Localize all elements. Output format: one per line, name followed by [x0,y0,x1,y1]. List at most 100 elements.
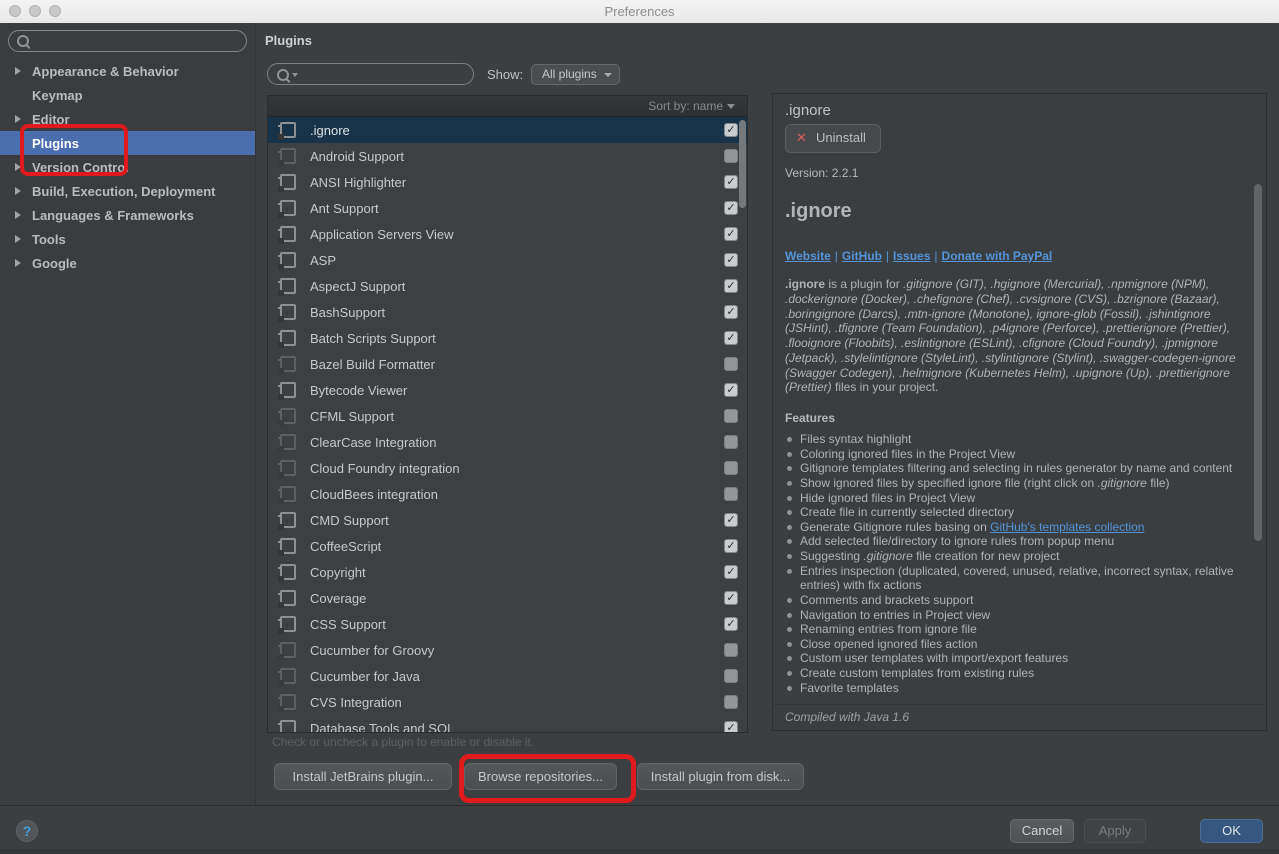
plugin-enabled-checkbox[interactable] [724,357,738,371]
text-segment: .gitignore [863,549,912,563]
plugin-list-scrollbar[interactable] [739,120,746,208]
plugin-enabled-checkbox[interactable]: ✓ [724,201,738,215]
sidebar-item-plugins[interactable]: Plugins [0,131,255,155]
plugin-row-copyright[interactable]: Copyright✓ [268,559,747,585]
browse-repositories-button[interactable]: Browse repositories... [464,763,617,790]
plugin-enabled-checkbox[interactable] [724,695,738,709]
plugin-enabled-checkbox[interactable] [724,669,738,683]
sidebar-item-label: Version Control [32,160,129,175]
plugin-enabled-checkbox[interactable]: ✓ [724,539,738,553]
plugin-enabled-checkbox[interactable]: ✓ [724,383,738,397]
plugin-row-cmd-support[interactable]: CMD Support✓ [268,507,747,533]
sidebar-search-input[interactable] [8,30,247,52]
plugin-row-database-tools-and-sql[interactable]: Database Tools and SQL✓ [268,715,747,733]
plugin-name: CloudBees integration [310,487,438,502]
details-link-website[interactable]: Website [785,249,831,263]
plugin-icon [280,668,296,684]
plugin-row-ignore[interactable]: .ignore✓ [268,117,747,143]
help-button[interactable]: ? [16,820,38,842]
plugin-row-bashsupport[interactable]: BashSupport✓ [268,299,747,325]
tree-collapsed-arrow-icon[interactable] [15,163,21,171]
sidebar-item-google[interactable]: Google [0,251,255,275]
sidebar-item-label: Plugins [32,136,79,151]
details-link-donate-with-paypal[interactable]: Donate with PayPal [942,249,1053,263]
plugin-row-cvs-integration[interactable]: CVS Integration [268,689,747,715]
plugin-icon [280,330,296,346]
link-separator: | [835,249,838,263]
plugin-enabled-checkbox[interactable]: ✓ [724,565,738,579]
plugin-enabled-checkbox[interactable]: ✓ [724,331,738,345]
plugin-name: Cloud Foundry integration [310,461,460,476]
plugin-row-bazel-build-formatter[interactable]: Bazel Build Formatter [268,351,747,377]
sidebar-item-keymap[interactable]: Keymap [0,83,255,107]
details-scrollbar[interactable] [1254,184,1262,541]
tree-collapsed-arrow-icon[interactable] [15,187,21,195]
tree-collapsed-arrow-icon[interactable] [15,67,21,75]
plugin-enabled-checkbox[interactable]: ✓ [724,721,738,733]
plugin-enabled-checkbox[interactable]: ✓ [724,279,738,293]
sidebar-item-build-execution-deployment[interactable]: Build, Execution, Deployment [0,179,255,203]
tree-collapsed-arrow-icon[interactable] [15,211,21,219]
text-segment: .gitignore [1097,476,1146,490]
inline-link-github-s-templates-collection[interactable]: GitHub's templates collection [990,520,1144,534]
plugin-row-css-support[interactable]: CSS Support✓ [268,611,747,637]
plugin-enabled-checkbox[interactable] [724,643,738,657]
tree-collapsed-arrow-icon[interactable] [15,235,21,243]
plugin-row-cloud-foundry-integration[interactable]: Cloud Foundry integration [268,455,747,481]
plugin-enabled-checkbox[interactable] [724,435,738,449]
install-plugin-from-disk-button[interactable]: Install plugin from disk... [637,763,804,790]
install-jetbrains-plugin-button[interactable]: Install JetBrains plugin... [274,763,452,790]
plugin-enabled-checkbox[interactable] [724,461,738,475]
sidebar-item-appearance-behavior[interactable]: Appearance & Behavior [0,59,255,83]
sidebar-item-version-control[interactable]: Version Control [0,155,255,179]
plugin-row-cucumber-for-java[interactable]: Cucumber for Java [268,663,747,689]
plugin-row-cfml-support[interactable]: CFML Support [268,403,747,429]
plugin-enabled-checkbox[interactable]: ✓ [724,227,738,241]
sort-by-dropdown[interactable]: Sort by: name [648,99,723,113]
plugin-row-cucumber-for-groovy[interactable]: Cucumber for Groovy [268,637,747,663]
feature-item: Create file in currently selected direct… [785,505,1236,520]
settings-sidebar: Appearance & BehaviorKeymapEditor Plugins… [0,23,256,806]
plugin-row-bytecode-viewer[interactable]: Bytecode Viewer✓ [268,377,747,403]
ok-button[interactable]: OK [1200,819,1263,843]
feature-item: Create custom templates from existing ru… [785,666,1236,681]
plugin-row-ansi-highlighter[interactable]: ANSI Highlighter✓ [268,169,747,195]
plugin-row-android-support[interactable]: Android Support [268,143,747,169]
plugin-footer-note: Compiled with Java 1.6 [773,704,1266,730]
details-link-github[interactable]: GitHub [842,249,882,263]
sidebar-item-tools[interactable]: Tools [0,227,255,251]
plugin-enabled-checkbox[interactable]: ✓ [724,253,738,267]
sidebar-item-label: Google [32,256,77,271]
plugin-enabled-checkbox[interactable]: ✓ [724,123,738,137]
plugin-row-cloudbees-integration[interactable]: CloudBees integration [268,481,747,507]
search-options-arrow-icon[interactable] [292,73,298,77]
plugin-row-asp[interactable]: ASP✓ [268,247,747,273]
feature-item: Gitignore templates filtering and select… [785,461,1236,476]
tree-collapsed-arrow-icon[interactable] [15,259,21,267]
plugin-row-coverage[interactable]: Coverage✓ [268,585,747,611]
plugin-row-ant-support[interactable]: Ant Support✓ [268,195,747,221]
plugin-enabled-checkbox[interactable] [724,149,738,163]
sidebar-item-editor[interactable]: Editor [0,107,255,131]
details-link-issues[interactable]: Issues [893,249,930,263]
cancel-button[interactable]: Cancel [1010,819,1074,843]
apply-button[interactable]: Apply [1084,819,1146,843]
plugin-row-clearcase-integration[interactable]: ClearCase Integration [268,429,747,455]
uninstall-button[interactable]: ✕ Uninstall [785,124,881,153]
plugin-enabled-checkbox[interactable]: ✓ [724,617,738,631]
plugin-enabled-checkbox[interactable] [724,487,738,501]
show-filter-dropdown[interactable]: All plugins [531,64,620,85]
plugin-row-application-servers-view[interactable]: Application Servers View✓ [268,221,747,247]
plugin-search-input[interactable] [267,63,474,85]
plugin-enabled-checkbox[interactable] [724,409,738,423]
plugin-icon [280,564,296,580]
plugin-enabled-checkbox[interactable]: ✓ [724,305,738,319]
plugin-row-coffeescript[interactable]: CoffeeScript✓ [268,533,747,559]
plugin-enabled-checkbox[interactable]: ✓ [724,513,738,527]
plugin-enabled-checkbox[interactable]: ✓ [724,591,738,605]
sidebar-item-languages-frameworks[interactable]: Languages & Frameworks [0,203,255,227]
plugin-row-batch-scripts-support[interactable]: Batch Scripts Support✓ [268,325,747,351]
tree-collapsed-arrow-icon[interactable] [15,115,21,123]
plugin-row-aspectj-support[interactable]: AspectJ Support✓ [268,273,747,299]
plugin-enabled-checkbox[interactable]: ✓ [724,175,738,189]
